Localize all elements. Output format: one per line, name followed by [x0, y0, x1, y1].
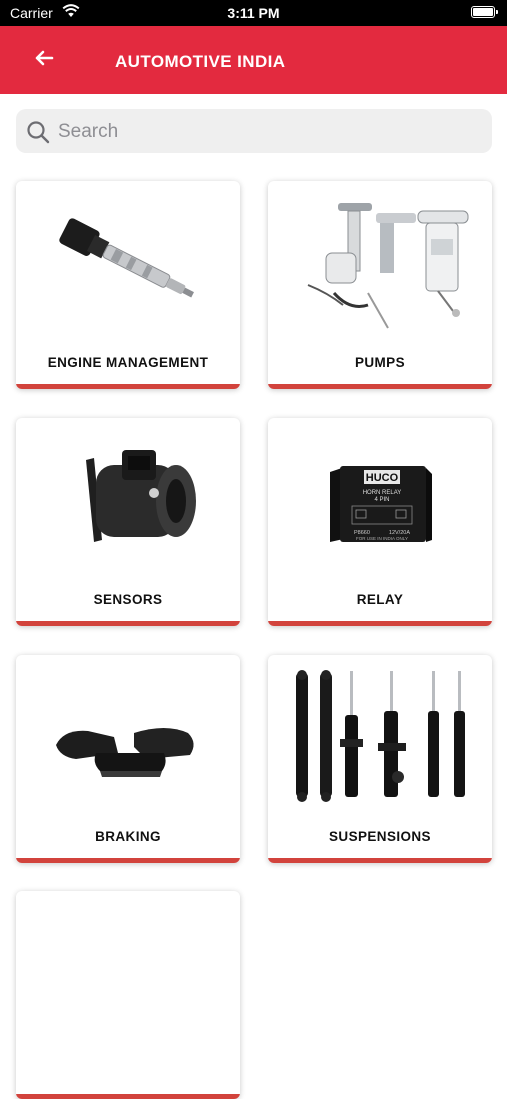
search-icon [27, 121, 50, 144]
ignition-coil-icon [59, 218, 194, 298]
app-header: AUTOMOTIVE INDIA [0, 26, 507, 94]
relay-brand-text: HUCO [366, 472, 399, 484]
back-arrow-icon[interactable] [30, 44, 58, 72]
category-card-pumps[interactable]: PUMPS [268, 181, 492, 389]
category-card-engine-management[interactable]: ENGINE MANAGEMENT [16, 181, 240, 389]
page-title: AUTOMOTIVE INDIA [115, 52, 286, 71]
category-label: BRAKING [95, 829, 161, 844]
category-card-braking[interactable]: BRAKING [16, 655, 240, 863]
category-label: SENSORS [93, 592, 163, 607]
brake-pads-icon [56, 728, 194, 777]
status-bar: Carrier 3:11 PM [0, 0, 507, 26]
shock-absorbers-icon [296, 670, 465, 802]
fuel-pump-icon [307, 203, 469, 329]
category-label: PUMPS [354, 355, 405, 370]
category-card-sensors[interactable]: SENSORS [16, 418, 240, 626]
relay-line1-text: HORN RELAY [363, 490, 402, 496]
category-label: ENGINE MANAGEMENT [47, 355, 209, 370]
relay-icon: HUCO HORN RELAY 4 PIN P8660 12V/20A FOR … [330, 466, 432, 542]
search-input[interactable] [56, 109, 480, 155]
category-label: RELAY [356, 592, 404, 607]
category-card-suspensions[interactable]: SUSPENSIONS [268, 655, 492, 863]
relay-origin-text: FOR USE IN INDIA ONLY [356, 536, 408, 541]
category-label: SUSPENSIONS [329, 829, 431, 844]
airflow-sensor-icon [86, 450, 196, 542]
category-card-relay[interactable]: HUCO HORN RELAY 4 PIN P8660 12V/20A FOR … [268, 418, 492, 626]
relay-line2-text: 4 PIN [374, 497, 389, 503]
battery-icon [471, 6, 498, 18]
search-bar[interactable] [16, 109, 492, 155]
clock: 3:11 PM [227, 5, 280, 21]
category-card-partial[interactable] [16, 891, 240, 1099]
